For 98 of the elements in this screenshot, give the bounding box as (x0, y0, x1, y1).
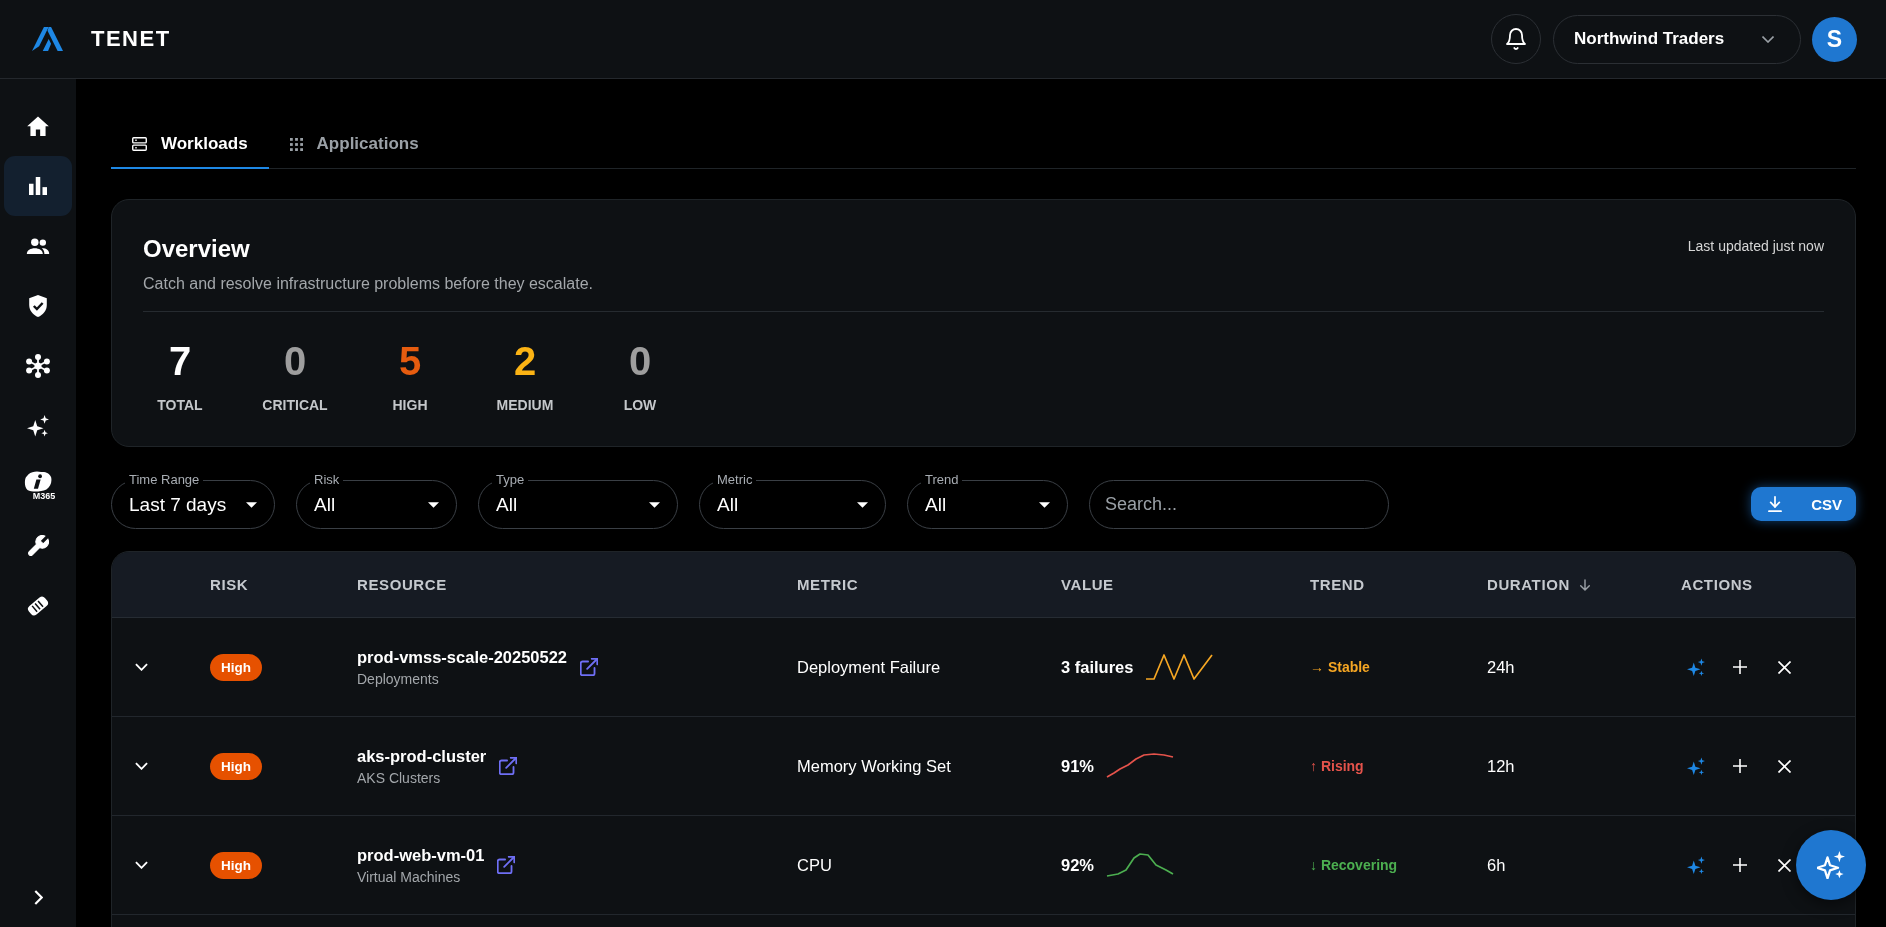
stat-label: MEDIUM (496, 396, 554, 414)
grid-icon (289, 137, 303, 151)
chevron-down-icon (134, 663, 148, 671)
metric-name: CPU (797, 855, 832, 874)
external-link-icon[interactable] (499, 757, 518, 775)
people-icon (26, 238, 50, 254)
stat-label: LOW (623, 396, 657, 414)
sparkles-icon (27, 415, 49, 437)
search-field[interactable]: Search... (1089, 480, 1389, 529)
chevron-right-icon (33, 889, 43, 905)
value-text: 92% (1061, 855, 1095, 875)
sparkle-button[interactable] (1687, 755, 1705, 777)
stat-value: 0 (283, 338, 307, 384)
risk-badge: High (210, 851, 262, 879)
resource-type: Deployments (357, 670, 440, 688)
risk-badge: High (210, 653, 262, 681)
stat-value: 0 (628, 338, 652, 384)
column-header[interactable]: TREND (1310, 576, 1365, 593)
tab[interactable]: Workloads (111, 122, 269, 169)
tab[interactable]: Applications (268, 122, 440, 169)
csv-export-button[interactable]: CSV (1751, 487, 1856, 521)
stat-value: 5 (398, 338, 422, 384)
sparkle-icon (1687, 657, 1705, 677)
sparkle-button[interactable] (1687, 854, 1705, 876)
duration-text: 12h (1487, 756, 1515, 775)
avatar[interactable]: S (1812, 16, 1857, 62)
network-icon (26, 354, 50, 378)
chevron-down-icon (134, 762, 148, 770)
sidebar-item[interactable] (4, 156, 72, 216)
resource-type: Virtual Machines (357, 868, 462, 886)
stat-label: HIGH (392, 396, 428, 414)
overview-subtitle: Catch and resolve infrastructure problems before they escalate. (143, 274, 593, 294)
trend-label: ↑ Rising (1310, 758, 1364, 774)
duration-text: 24h (1487, 657, 1515, 676)
column-header[interactable]: ACTIONS (1681, 576, 1753, 593)
external-link-icon[interactable] (580, 658, 599, 676)
stat-label: TOTAL (157, 396, 203, 414)
caret-down-icon (649, 501, 660, 508)
column-header[interactable]: RISK (210, 576, 249, 593)
duration-text: 6h (1487, 855, 1506, 874)
caret-down-icon (246, 501, 257, 508)
chevron-down-icon (1762, 35, 1774, 43)
resource-name: prod-web-vm-01 (357, 844, 485, 865)
resource-name: aks-prod-cluster (357, 745, 487, 766)
value-text: 3 failures (1061, 657, 1134, 677)
resource-type: AKS Clusters (357, 769, 442, 787)
filter-dropdown[interactable]: Trend All (907, 471, 1068, 529)
stat-value: 7 (168, 338, 192, 384)
arrow-down-icon (1579, 578, 1590, 591)
close-icon (1777, 660, 1791, 674)
column-header[interactable]: METRIC (797, 576, 859, 593)
bell-icon (1506, 28, 1526, 50)
column-header[interactable]: VALUE (1061, 576, 1114, 593)
caret-down-icon (1039, 501, 1050, 508)
overview-title: Overview (143, 235, 251, 263)
sparkle-icon (1687, 855, 1705, 875)
logo-icon (32, 27, 63, 51)
caret-down-icon (428, 501, 439, 508)
home-icon (27, 116, 49, 136)
bar-chart-icon (29, 177, 47, 195)
stat-label: CRITICAL (262, 396, 328, 414)
value-text: 91% (1061, 756, 1095, 776)
filter-dropdown[interactable]: Type All (478, 471, 678, 529)
filter-dropdown[interactable]: Risk All (296, 471, 457, 529)
sparkline (1106, 752, 1175, 780)
sparkline (1106, 851, 1175, 879)
server-icon (132, 137, 147, 151)
brand-name: TENET (91, 26, 171, 52)
risk-badge: High (210, 752, 262, 780)
close-icon (1777, 759, 1791, 773)
chevron-down-icon (134, 861, 148, 869)
shield-check-icon (29, 295, 47, 317)
sidebar-item[interactable]: M365 (4, 456, 72, 516)
metric-name: Memory Working Set (797, 756, 951, 775)
trend-label: ↓ Recovering (1310, 857, 1398, 873)
stat-value: 2 (513, 338, 537, 384)
sparkle-button[interactable] (1687, 656, 1705, 678)
caret-down-icon (857, 501, 868, 508)
plus-icon (1733, 759, 1747, 773)
external-link-icon[interactable] (497, 856, 516, 874)
last-updated-text: Last updated just now (1687, 237, 1824, 255)
metric-name: Deployment Failure (797, 657, 941, 676)
resource-name: prod-vmss-scale-20250522 (357, 646, 568, 667)
trend-label: → Stable (1310, 659, 1370, 675)
plus-icon (1733, 858, 1747, 872)
close-icon (1777, 858, 1791, 872)
column-header[interactable]: RESOURCE (357, 576, 447, 593)
sparkle-icon (1817, 851, 1845, 879)
wrench-icon (27, 535, 49, 557)
filter-dropdown[interactable]: Metric All (699, 471, 886, 529)
sparkline (1145, 653, 1214, 681)
notifications-button[interactable] (1491, 14, 1541, 64)
column-header[interactable]: DURATION (1487, 576, 1590, 593)
filter-dropdown[interactable]: Time Range Last 7 days (111, 471, 275, 529)
download-icon (1768, 496, 1782, 512)
sparkle-icon (1687, 756, 1705, 776)
info-icon (24, 471, 52, 492)
plus-icon (1733, 660, 1747, 674)
